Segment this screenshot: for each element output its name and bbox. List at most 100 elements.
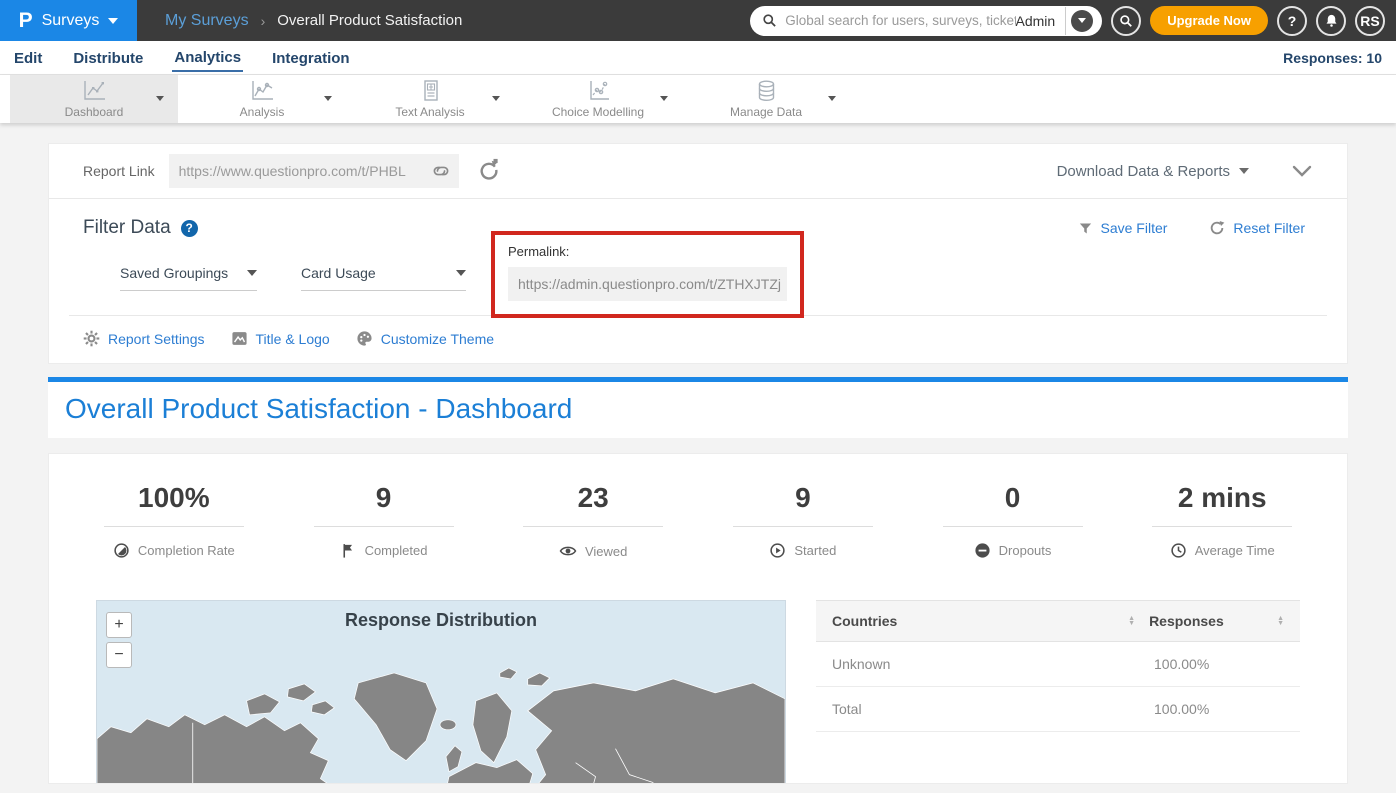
stat-label-row: Completion Rate [69, 542, 279, 559]
palette-icon [356, 330, 373, 347]
subnav-item-dashboard[interactable]: Dashboard [10, 75, 178, 123]
chevron-down-icon [1078, 18, 1086, 23]
dashboard-card: 100% Completion Rate 9 Completed 23 [48, 453, 1348, 784]
breadcrumb-current: Overall Product Satisfaction [277, 12, 462, 29]
customize-theme-label: Customize Theme [381, 331, 494, 347]
responses-count: Responses: 10 [1283, 50, 1382, 66]
global-search-input[interactable] [785, 13, 1015, 28]
stat-average-time: 2 mins Average Time [1117, 482, 1327, 560]
stat-completed: 9 Completed [279, 482, 489, 560]
chevron-down-icon [1239, 168, 1249, 174]
stat-label: Average Time [1195, 543, 1275, 558]
avatar[interactable]: RS [1355, 6, 1385, 36]
permalink-url[interactable]: https://admin.questionpro.com/t/ZTHXJTZj [518, 276, 781, 292]
responses-cell: 100.00% [1154, 656, 1284, 672]
card-usage-select[interactable]: Card Usage [301, 265, 466, 291]
chevron-down-icon[interactable] [828, 96, 836, 101]
saved-groupings-select[interactable]: Saved Groupings [120, 265, 257, 291]
report-filter-card: Report Link https://www.questionpro.com/… [48, 143, 1348, 364]
notifications-button[interactable] [1316, 6, 1346, 36]
app-logo[interactable]: P Surveys [0, 0, 137, 41]
report-settings-label: Report Settings [108, 331, 205, 347]
share-report-icon[interactable] [477, 158, 499, 185]
help-icon[interactable]: ? [181, 220, 198, 237]
subnav-item-analysis[interactable]: Analysis [178, 75, 346, 123]
report-link-input[interactable]: https://www.questionpro.com/t/PHBL [169, 154, 459, 188]
minus-circle-icon [974, 542, 991, 559]
customize-theme-link[interactable]: Customize Theme [356, 330, 494, 347]
breadcrumb-my-surveys[interactable]: My Surveys [165, 12, 249, 30]
column-header-countries[interactable]: Countries [832, 613, 897, 629]
table-row: Total 100.00% [816, 687, 1300, 732]
stat-viewed: 23 Viewed [488, 482, 698, 560]
collapse-panel-icon[interactable] [1291, 164, 1313, 178]
country-cell: Total [832, 701, 1154, 717]
chevron-down-icon[interactable] [156, 96, 164, 101]
subnav-item-manage-data[interactable]: Manage Data [682, 75, 850, 123]
tab-analytics[interactable]: Analytics [172, 43, 243, 72]
map-title: Response Distribution [97, 610, 785, 631]
help-button[interactable]: ? [1277, 6, 1307, 36]
save-filter-button[interactable]: Save Filter [1078, 220, 1168, 236]
chevron-down-icon [247, 270, 257, 276]
response-distribution-map[interactable]: Response Distribution + − [96, 600, 786, 784]
save-filter-label: Save Filter [1101, 220, 1168, 236]
stat-label-row: Average Time [1117, 542, 1327, 559]
divider [1065, 7, 1066, 35]
subnav-label: Manage Data [730, 105, 802, 119]
saved-groupings-label: Saved Groupings [120, 265, 228, 281]
subnav-item-text-analysis[interactable]: Text Analysis [346, 75, 514, 123]
report-settings-row: Report Settings Title & Logo Customize T… [49, 316, 1347, 363]
search-scope[interactable]: Admin [1016, 13, 1056, 29]
download-data-reports-dropdown[interactable]: Download Data & Reports [1057, 163, 1249, 180]
sort-icon[interactable]: ▲▼ [1128, 616, 1135, 626]
reset-filter-button[interactable]: Reset Filter [1209, 220, 1305, 236]
column-header-responses[interactable]: Responses [1149, 613, 1277, 629]
stat-label-row: Dropouts [908, 542, 1118, 559]
tab-integration[interactable]: Integration [270, 44, 352, 71]
map-table-row: Response Distribution + − [49, 600, 1347, 784]
chevron-down-icon[interactable] [660, 96, 668, 101]
divider [733, 526, 873, 527]
divider [1152, 526, 1292, 527]
global-search[interactable]: Admin [750, 6, 1102, 36]
chevron-down-icon [108, 18, 118, 24]
sort-icon[interactable]: ▲▼ [1277, 616, 1284, 626]
filter-actions: Save Filter Reset Filter [1078, 220, 1306, 236]
stat-value: 2 mins [1117, 482, 1327, 514]
stat-label-row: Completed [279, 542, 489, 559]
report-settings-link[interactable]: Report Settings [83, 330, 205, 347]
country-cell: Unknown [832, 656, 1154, 672]
top-bar: P Surveys My Surveys › Overall Product S… [0, 0, 1396, 41]
permalink-input[interactable]: https://admin.questionpro.com/t/ZTHXJTZj [508, 267, 787, 301]
search-scope-dropdown[interactable] [1071, 10, 1093, 32]
stat-label-row: Started [698, 542, 908, 559]
tab-edit[interactable]: Edit [12, 44, 44, 71]
line-chart-icon [81, 79, 108, 103]
refresh-icon [1209, 220, 1225, 236]
image-icon [231, 330, 248, 347]
report-link-url[interactable]: https://www.questionpro.com/t/PHBL [179, 163, 431, 179]
upgrade-now-button[interactable]: Upgrade Now [1150, 6, 1268, 35]
product-name: Surveys [42, 12, 100, 30]
tab-distribute[interactable]: Distribute [71, 44, 145, 71]
stat-label-row: Viewed [488, 542, 698, 560]
dashboard-title-section: Overall Product Satisfaction - Dashboard [48, 382, 1348, 438]
zoom-in-button[interactable]: + [106, 612, 132, 638]
chevron-down-icon[interactable] [324, 96, 332, 101]
countries-table-header: Countries ▲▼ Responses ▲▼ [816, 600, 1300, 642]
divider [314, 526, 454, 527]
subnav-item-choice-modelling[interactable]: Choice Modelling [514, 75, 682, 123]
scatter-chart-icon [585, 79, 612, 103]
countries-table: Countries ▲▼ Responses ▲▼ Unknown 100.00… [816, 600, 1300, 784]
completion-rate-icon [113, 542, 130, 559]
world-map[interactable] [97, 653, 785, 784]
stat-label: Started [794, 543, 836, 558]
link-icon[interactable] [431, 161, 451, 181]
chevron-down-icon[interactable] [492, 96, 500, 101]
advanced-search-button[interactable] [1111, 6, 1141, 36]
report-link-label: Report Link [83, 163, 155, 179]
survey-tab-bar: Edit Distribute Analytics Integration Re… [0, 41, 1396, 75]
title-logo-label: Title & Logo [256, 331, 330, 347]
title-logo-link[interactable]: Title & Logo [231, 330, 330, 347]
